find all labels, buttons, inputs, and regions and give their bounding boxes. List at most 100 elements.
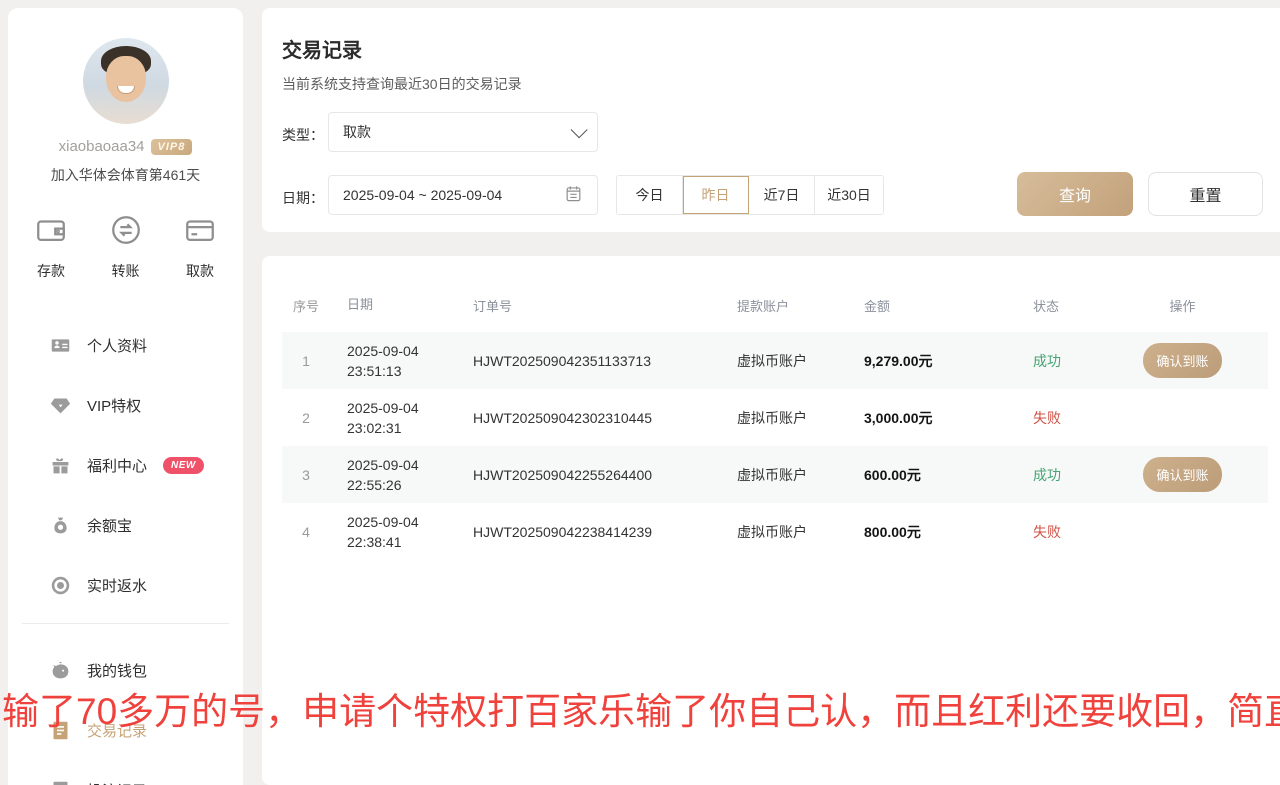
range-7days-button[interactable]: 近7日 [749, 176, 815, 214]
sidebar-item-label: 余额宝 [87, 515, 132, 536]
date-range-value: 2025-09-04 ~ 2025-09-04 [343, 187, 502, 203]
transfer-button[interactable]: 转账 [109, 213, 143, 281]
sidebar-item-welfare[interactable]: 福利中心 NEW [8, 443, 243, 487]
diamond-icon [50, 395, 71, 416]
status-badge: 失败 [997, 522, 1097, 542]
table-row: 2 2025-09-04 23:02:31 HJWT20250904230231… [282, 389, 1268, 446]
quick-actions: 存款 转账 取款 [8, 213, 243, 281]
cell-date-time: 23:02:31 [347, 418, 460, 438]
type-label: 类型： [282, 125, 324, 145]
range-yesterday-button[interactable]: 昨日 [683, 176, 749, 214]
cell-amount: 3,000.00元 [851, 408, 997, 428]
quick-action-label: 取款 [186, 261, 214, 281]
id-card-icon [50, 335, 71, 356]
sidebar-menu: 个人资料 VIP特权 福利中心 NEW 余额宝 实时返水 我的钱包 交易记录 [8, 323, 243, 785]
sidebar-item-label: 福利中心 [87, 455, 147, 476]
page-subtitle: 当前系统支持查询最近30日的交易记录 [282, 74, 522, 94]
header-date: 日期 [330, 295, 460, 315]
calendar-icon [564, 184, 583, 206]
cell-order: HJWT202509042351133713 [460, 353, 724, 369]
sidebar-item-wallet[interactable]: 我的钱包 [8, 648, 243, 692]
username: xiaobaoaa34 [59, 138, 145, 155]
sidebar-item-vip[interactable]: VIP特权 [8, 383, 243, 427]
withdraw-card-icon [183, 213, 217, 252]
cell-date-day: 2025-09-04 [347, 455, 460, 475]
cell-no: 4 [282, 524, 330, 540]
sidebar-item-rebate[interactable]: 实时返水 [8, 563, 243, 607]
quick-action-label: 存款 [37, 261, 65, 281]
confirm-arrival-button[interactable]: 确认到账 [1143, 457, 1221, 492]
cell-date-day: 2025-09-04 [347, 512, 460, 532]
table-row: 4 2025-09-04 22:38:41 HJWT20250904223841… [282, 503, 1268, 560]
withdraw-button[interactable]: 取款 [183, 213, 217, 281]
sidebar-item-transaction-records[interactable]: 交易记录 [8, 708, 243, 752]
cell-order: HJWT202509042238414239 [460, 524, 724, 540]
cell-amount: 9,279.00元 [851, 351, 997, 371]
join-days-text: 加入华体会体育第461天 [8, 165, 243, 185]
type-select[interactable]: 取款 [328, 112, 598, 152]
query-button[interactable]: 查询 [1017, 172, 1133, 216]
new-badge: NEW [163, 457, 204, 474]
gift-icon [50, 455, 71, 476]
table-header-row: 序号 日期 订单号 提款账户 金额 状态 操作 [282, 278, 1268, 332]
transfer-icon [109, 213, 143, 252]
header-no: 序号 [282, 296, 330, 315]
sidebar-item-label: 交易记录 [87, 720, 147, 741]
quick-action-label: 转账 [112, 261, 140, 281]
cell-order: HJWT202509042255264400 [460, 467, 724, 483]
sidebar-item-bet-records[interactable]: 投注记录 [8, 768, 243, 785]
cell-account: 虚拟币账户 [724, 408, 851, 428]
wallet-icon [50, 660, 71, 681]
sidebar-item-label: 实时返水 [87, 575, 147, 596]
sidebar-item-label: 投注记录 [87, 780, 147, 785]
sidebar-divider [22, 623, 229, 624]
date-label: 日期： [282, 188, 324, 208]
cell-account: 虚拟币账户 [724, 522, 851, 542]
cell-date: 2025-09-04 22:38:41 [330, 512, 460, 552]
header-account: 提款账户 [724, 296, 851, 315]
sidebar-item-label: 我的钱包 [87, 660, 147, 681]
chevron-down-icon [571, 121, 588, 138]
header-amount: 金额 [851, 296, 997, 315]
cell-no: 3 [282, 467, 330, 483]
cell-amount: 600.00元 [851, 465, 997, 485]
cell-date: 2025-09-04 23:02:31 [330, 398, 460, 438]
table-row: 1 2025-09-04 23:51:13 HJWT20250904235113… [282, 332, 1268, 389]
header-status: 状态 [997, 296, 1097, 315]
cell-account: 虚拟币账户 [724, 465, 851, 485]
bet-record-icon [50, 780, 71, 785]
transaction-record-icon [50, 720, 71, 741]
cell-date-day: 2025-09-04 [347, 398, 460, 418]
cell-date: 2025-09-04 23:51:13 [330, 341, 460, 381]
cell-account: 虚拟币账户 [724, 351, 851, 371]
status-badge: 成功 [997, 465, 1097, 485]
sidebar-item-yuebao[interactable]: 余额宝 [8, 503, 243, 547]
type-select-value: 取款 [343, 122, 371, 142]
sidebar-item-label: 个人资料 [87, 335, 147, 356]
records-table: 序号 日期 订单号 提款账户 金额 状态 操作 1 2025-09-04 23:… [282, 278, 1268, 560]
header-order: 订单号 [460, 296, 724, 315]
cell-date-time: 23:51:13 [347, 361, 460, 381]
cell-date-time: 22:38:41 [347, 532, 460, 552]
user-avatar[interactable] [83, 38, 169, 124]
cell-date-time: 22:55:26 [347, 475, 460, 495]
range-today-button[interactable]: 今日 [617, 176, 683, 214]
sidebar-item-profile[interactable]: 个人资料 [8, 323, 243, 367]
status-badge: 成功 [997, 351, 1097, 371]
cell-date: 2025-09-04 22:55:26 [330, 455, 460, 495]
cell-date-day: 2025-09-04 [347, 341, 460, 361]
cell-order: HJWT202509042302310445 [460, 410, 724, 426]
date-range-input[interactable]: 2025-09-04 ~ 2025-09-04 [328, 175, 598, 215]
status-badge: 失败 [997, 408, 1097, 428]
deposit-wallet-icon [34, 213, 68, 252]
cell-no: 1 [282, 353, 330, 369]
range-30days-button[interactable]: 近30日 [815, 176, 883, 214]
filter-panel: 交易记录 当前系统支持查询最近30日的交易记录 类型： 取款 日期： 2025-… [262, 8, 1280, 232]
table-row: 3 2025-09-04 22:55:26 HJWT20250904225526… [282, 446, 1268, 503]
quick-range-group: 今日 昨日 近7日 近30日 [616, 175, 884, 215]
header-action: 操作 [1097, 296, 1268, 315]
deposit-button[interactable]: 存款 [34, 213, 68, 281]
cell-amount: 800.00元 [851, 522, 997, 542]
reset-button[interactable]: 重置 [1148, 172, 1263, 216]
confirm-arrival-button[interactable]: 确认到账 [1143, 343, 1221, 378]
